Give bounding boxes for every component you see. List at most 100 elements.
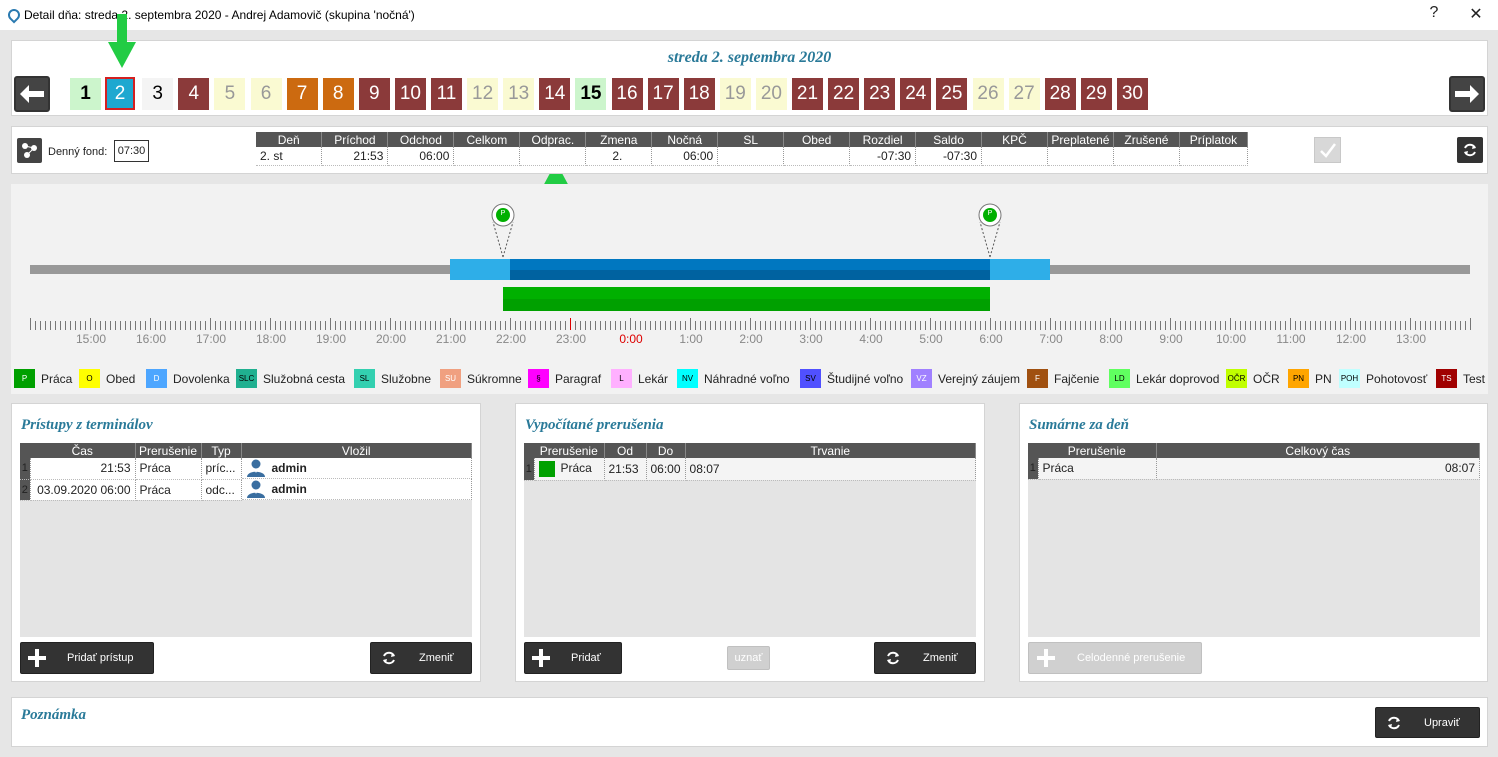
legend-item-ld: LD Lekár doprovod <box>1109 369 1219 388</box>
help-button[interactable]: ? <box>1424 4 1444 22</box>
allday-break-button[interactable]: Celodenné prerušenie <box>1028 642 1202 674</box>
legend-swatch: F <box>1027 369 1048 388</box>
date-title: streda 2. septembra 2020 <box>667 49 832 66</box>
accept-button[interactable]: uznať <box>727 646 770 670</box>
tick-label: 12:00 <box>1335 332 1367 346</box>
day-21[interactable]: 21 <box>792 78 823 110</box>
day-2[interactable]: 2 <box>105 77 136 110</box>
day-16[interactable]: 16 <box>611 78 643 110</box>
day-20[interactable]: 20 <box>755 78 787 110</box>
legend-swatch: L <box>611 369 632 388</box>
day-13[interactable]: 13 <box>503 78 535 110</box>
day-4[interactable]: 4 <box>178 78 210 110</box>
legend-item-ts: TS Test <box>1436 369 1485 388</box>
day-7[interactable]: 7 <box>286 78 318 110</box>
day-10[interactable]: 10 <box>394 78 426 110</box>
edit-note-button[interactable]: Upraviť <box>1375 707 1480 738</box>
tick-label: 7:00 <box>1039 332 1063 346</box>
marker-departure[interactable] <box>975 200 1005 258</box>
access-by: admin <box>271 482 307 496</box>
app-icon <box>5 6 23 24</box>
legend-swatch: O <box>79 369 100 388</box>
day-25[interactable]: 25 <box>936 78 968 110</box>
col-summary-1: Príchod <box>321 132 389 147</box>
cell-summary-7 <box>717 147 785 166</box>
day-12[interactable]: 12 <box>467 78 499 110</box>
day-19[interactable]: 19 <box>719 78 751 110</box>
col-summary-0: Deň <box>256 132 323 147</box>
confirm-button[interactable] <box>1314 137 1341 163</box>
day-15[interactable]: 15 <box>575 78 607 110</box>
cell-summary-8 <box>783 147 851 166</box>
legend-item-vz: VZ Verejný záujem <box>911 369 1020 388</box>
day-18[interactable]: 18 <box>683 78 715 110</box>
legend-item-su: SU Súkromne <box>440 369 522 388</box>
change-break-button[interactable]: Zmeniť <box>874 642 976 674</box>
close-button[interactable]: ✕ <box>1466 4 1486 24</box>
access-type: príc... <box>201 458 242 480</box>
timeline-presence-core-shade <box>510 270 990 280</box>
marker-arrival[interactable] <box>488 200 518 258</box>
day-9[interactable]: 9 <box>358 78 390 110</box>
plus-icon <box>1037 649 1055 667</box>
access-table: Čas Prerušenie Typ Vložil 1 21:53 Práca prí… <box>20 443 472 501</box>
legend-label: Fajčenie <box>1054 371 1100 386</box>
legend-swatch: VZ <box>911 369 932 388</box>
computed-duration: 08:07 <box>685 458 977 481</box>
day-22[interactable]: 22 <box>828 78 860 110</box>
legend-swatch: PN <box>1288 369 1309 388</box>
legend-swatch: NV <box>677 369 698 388</box>
day-23[interactable]: 23 <box>864 78 896 110</box>
prev-day-button[interactable] <box>14 76 50 112</box>
col-summary-3: Celkom <box>453 132 521 147</box>
day-3[interactable]: 3 <box>142 78 174 110</box>
access-break: Práca <box>135 458 202 480</box>
day-6[interactable]: 6 <box>250 78 282 110</box>
day-5[interactable]: 5 <box>214 78 246 110</box>
day-26[interactable]: 26 <box>972 78 1004 110</box>
access-type: odc... <box>201 479 242 501</box>
daily-break: Práca <box>1038 458 1157 480</box>
computed-table: Prerušenie Od Do Trvanie 1 Práca 21:53 06:0… <box>524 443 977 481</box>
day-8[interactable]: 8 <box>322 78 354 110</box>
next-day-button[interactable] <box>1449 76 1485 112</box>
day-28[interactable]: 28 <box>1044 78 1076 110</box>
computed-to: 06:00 <box>646 458 686 481</box>
day-27[interactable]: 27 <box>1008 78 1040 110</box>
tick-label: 15:00 <box>75 332 107 346</box>
legend-label: Verejný záujem <box>938 371 1021 386</box>
day-24[interactable]: 24 <box>900 78 932 110</box>
row-number: 1 <box>524 458 535 481</box>
fund-settings-button[interactable] <box>17 138 42 163</box>
day-17[interactable]: 17 <box>647 78 679 110</box>
tick-label: 22:00 <box>495 332 527 346</box>
day-11[interactable]: 11 <box>431 78 462 110</box>
day-30[interactable]: 30 <box>1116 78 1148 110</box>
table-row: 2. st 21:53 06:00 2. 06:00 -07:30 -07:30 <box>256 147 1249 166</box>
tick-label: 21:00 <box>435 332 467 346</box>
computed-break-cell: Práca <box>534 458 605 481</box>
table-row[interactable]: 1 Práca 21:53 06:00 08:07 <box>524 458 977 481</box>
table-row[interactable]: 1 Práca 08:07 <box>1028 458 1480 480</box>
change-access-button[interactable]: Zmeniť <box>370 642 472 674</box>
legend-swatch: § <box>528 369 549 388</box>
legend-label: Práca <box>41 371 73 386</box>
add-access-button[interactable]: Pridať prístup <box>20 642 154 674</box>
day-1[interactable]: 1 <box>70 78 101 110</box>
table-row[interactable]: 1 21:53 Práca príc... admin <box>20 458 472 480</box>
legend-label: Služobne <box>381 371 432 386</box>
legend-swatch: SU <box>440 369 461 388</box>
nodes-icon <box>22 143 37 158</box>
day-29[interactable]: 29 <box>1080 78 1112 110</box>
day-14[interactable]: 14 <box>539 78 571 110</box>
cell-summary-11 <box>981 147 1048 166</box>
legend-item-poh: POH Pohotovosť <box>1339 369 1427 388</box>
legend-item-pn: PN PN <box>1288 369 1332 388</box>
marker-arrival-letter: P <box>500 210 506 217</box>
refresh-icon <box>1388 716 1400 729</box>
computed-title: Vypočítané prerušenia <box>525 417 664 433</box>
add-break-button[interactable]: Pridať <box>524 642 622 674</box>
cell-summary-2: 06:00 <box>387 147 455 166</box>
table-row[interactable]: 2 03.09.2020 06:00 Práca odc... admin <box>20 479 472 501</box>
refresh-summary-button[interactable] <box>1457 137 1483 163</box>
